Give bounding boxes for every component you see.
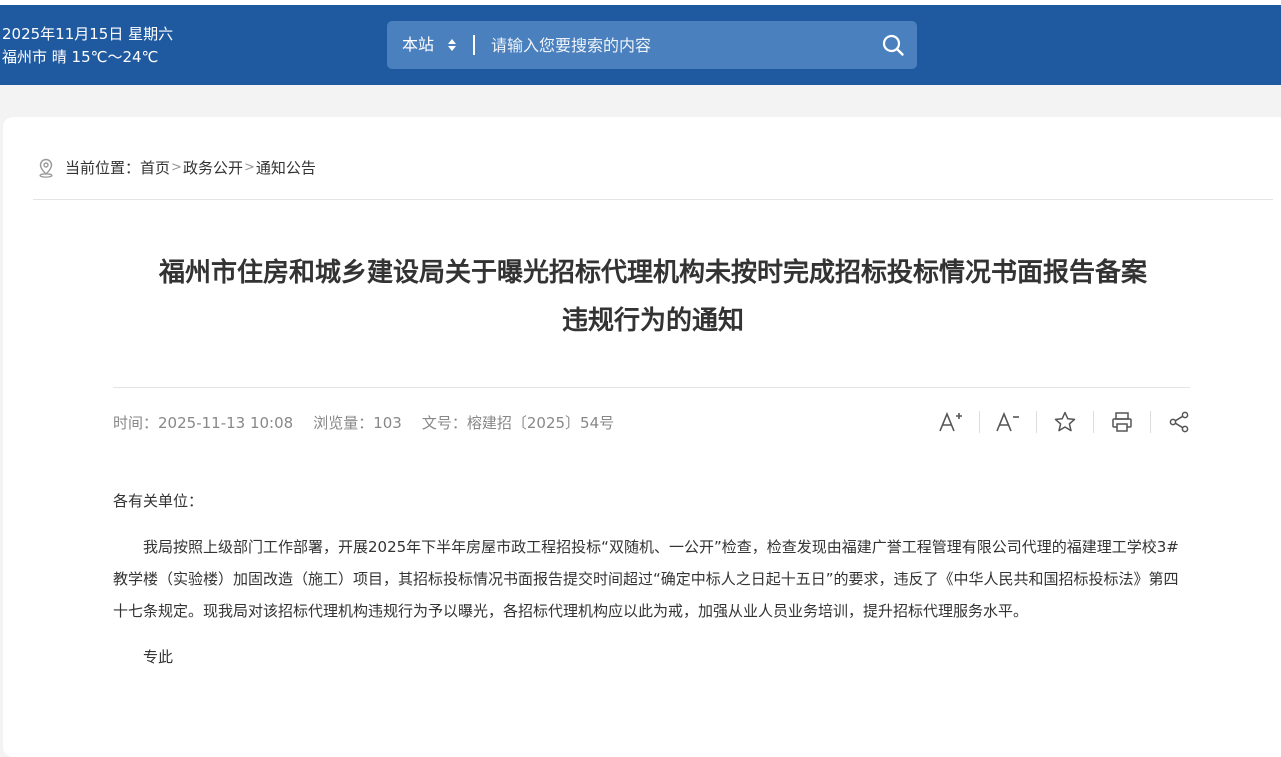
time-label: 时间： — [113, 414, 159, 432]
breadcrumb-divider — [33, 199, 1273, 200]
breadcrumb-gov-affairs[interactable]: 政务公开 — [183, 157, 243, 178]
search-scope-select[interactable]: 本站 — [402, 21, 434, 69]
salutation: 各有关单位： — [113, 492, 204, 510]
site-header: 2025年11月15日 星期六 福州市 晴 15℃～24℃ 本站 — [0, 5, 1281, 85]
tool-divider — [1036, 411, 1037, 433]
search-icon[interactable] — [881, 33, 905, 57]
article-title-line: 违规行为的通知 — [561, 306, 744, 336]
print-icon[interactable] — [1107, 407, 1137, 437]
publish-time: 时间：2025-11-13 10:08 — [113, 412, 293, 433]
star-icon[interactable] — [1050, 407, 1080, 437]
search-bar: 本站 — [387, 21, 917, 69]
views-label: 浏览量： — [313, 414, 374, 432]
date-weather: 2025年11月15日 星期六 福州市 晴 15℃～24℃ — [2, 23, 173, 69]
article-title-line: 福州市住房和城乡建设局关于曝光招标代理机构未按时完成招标投标情况书面报告备案 — [158, 258, 1147, 288]
breadcrumb-notices[interactable]: 通知公告 — [256, 157, 316, 178]
breadcrumb-prefix: 当前位置： — [65, 159, 141, 177]
title-divider — [113, 387, 1190, 388]
location-pin-icon — [39, 158, 53, 178]
breadcrumb-separator: > — [171, 160, 182, 175]
search-divider — [473, 35, 475, 55]
share-icon[interactable] — [1164, 407, 1194, 437]
article-tools — [936, 407, 1194, 437]
font-increase-icon[interactable] — [936, 407, 966, 437]
breadcrumb: 当前位置： 首页 > 政务公开 > 通知公告 — [37, 157, 316, 178]
date-text: 2025年11月15日 星期六 — [2, 25, 174, 43]
article-title: 福州市住房和城乡建设局关于曝光招标代理机构未按时完成招标投标情况书面报告备案 违… — [113, 249, 1193, 345]
docno-label: 文号： — [421, 414, 467, 432]
views-value: 103 — [373, 414, 402, 432]
tool-divider — [1150, 411, 1151, 433]
document-number: 文号：榕建招〔2025〕54号 — [422, 412, 614, 433]
time-value: 2025-11-13 10:08 — [158, 414, 294, 432]
tool-divider — [1093, 411, 1094, 433]
breadcrumb-separator: > — [243, 160, 255, 175]
article-meta: 时间：2025-11-13 10:08 浏览量：103 文号：榕建招〔2025〕… — [113, 412, 614, 433]
breadcrumb-home[interactable]: 首页 — [140, 157, 170, 178]
docno-value: 榕建招〔2025〕54号 — [466, 414, 615, 432]
weather-text: 福州市 晴 15℃～24℃ — [2, 48, 159, 66]
font-decrease-icon[interactable] — [993, 407, 1023, 437]
updown-arrow-icon[interactable] — [447, 37, 457, 53]
view-count: 浏览量：103 — [313, 412, 402, 433]
body-paragraph: 我局按照上级部门工作部署，开展2025年下半年房屋市政工程招投标“双随机、一公开… — [113, 538, 1179, 620]
search-input[interactable] — [485, 21, 877, 69]
closing: 专此 — [143, 648, 174, 666]
tool-divider — [979, 411, 980, 433]
article-content: 各有关单位： 我局按照上级部门工作部署，开展2025年下半年房屋市政工程招投标“… — [113, 485, 1191, 673]
article-card: 当前位置： 首页 > 政务公开 > 通知公告 福州市住房和城乡建设局关于曝光招标… — [3, 117, 1281, 757]
